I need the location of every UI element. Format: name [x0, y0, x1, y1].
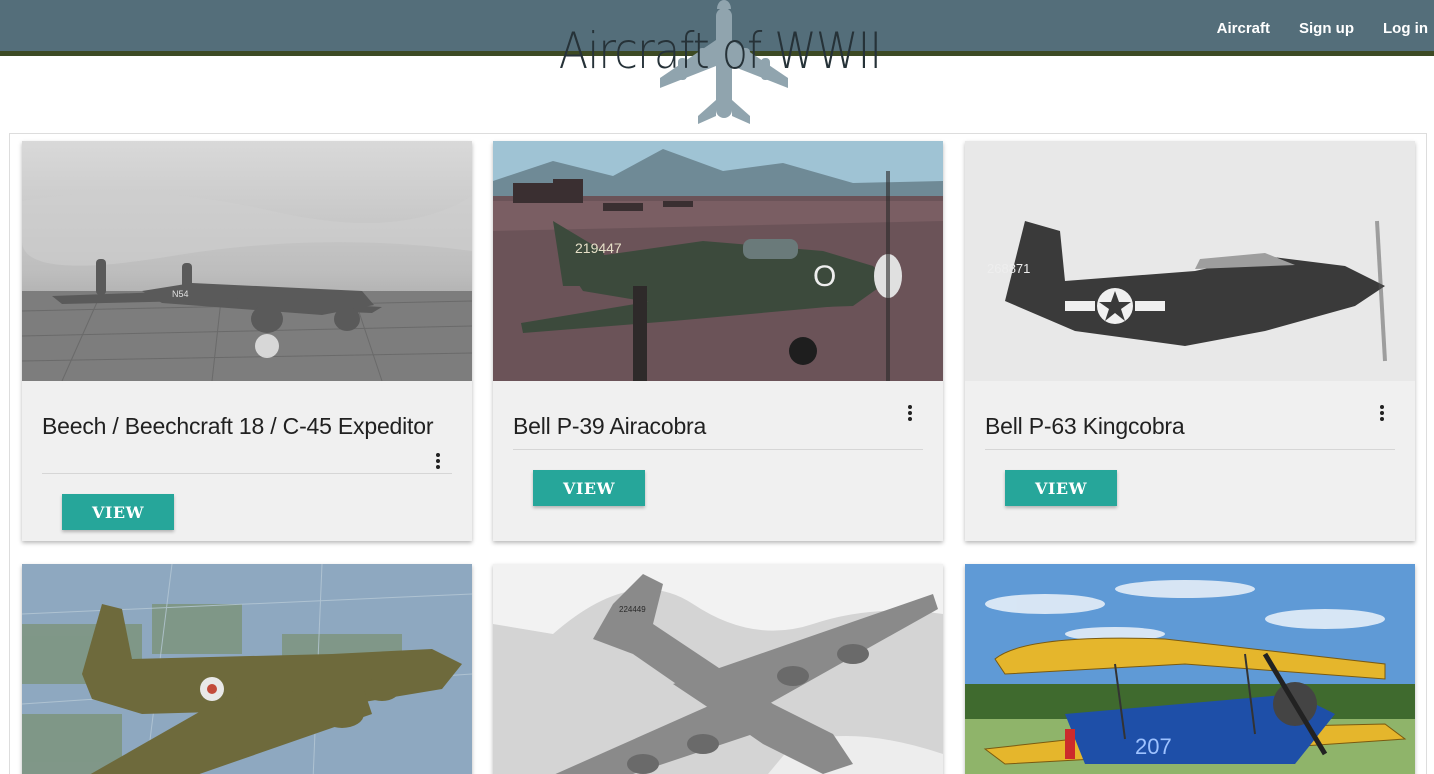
- aircraft-photo[interactable]: 224449: [493, 564, 943, 774]
- nav-link-aircraft[interactable]: Aircraft: [1217, 20, 1270, 37]
- aircraft-serial: 268871: [987, 261, 1030, 276]
- aircraft-card: 207: [965, 564, 1415, 774]
- aircraft-serial: 219447: [575, 240, 622, 256]
- aircraft-photo[interactable]: 207: [965, 564, 1415, 774]
- aircraft-photo[interactable]: [22, 564, 472, 774]
- aircraft-letter: O: [813, 260, 836, 293]
- card-divider: [42, 473, 452, 474]
- aircraft-card: N54 Beech / Beechcraft 18 / C-45 Expedit…: [22, 141, 472, 541]
- more-vert-icon[interactable]: [434, 452, 442, 472]
- aircraft-card: 268871 Bell P-63 Kingcobra VIEW: [965, 141, 1415, 541]
- aircraft-photo[interactable]: 219447 O: [493, 141, 943, 381]
- aircraft-card: [22, 564, 472, 774]
- site-title: Aircraft of WWII: [558, 22, 882, 80]
- card-divider: [513, 449, 923, 450]
- card-divider: [985, 449, 1395, 450]
- card-title: Bell P-63 Kingcobra: [985, 413, 1185, 439]
- card-title: Bell P-39 Airacobra: [513, 413, 707, 439]
- aircraft-photo[interactable]: 268871: [965, 141, 1415, 381]
- aircraft-card: 224449: [493, 564, 943, 774]
- view-button[interactable]: VIEW: [533, 470, 645, 506]
- view-button[interactable]: VIEW: [1005, 470, 1117, 506]
- tail-marking: N54: [172, 289, 189, 299]
- nav-link-log-in[interactable]: Log in: [1383, 20, 1428, 37]
- card-title: Beech / Beechcraft 18 / C-45 Expeditor: [42, 413, 434, 439]
- more-vert-icon[interactable]: [1378, 404, 1386, 424]
- more-vert-icon[interactable]: [906, 404, 914, 424]
- view-button[interactable]: VIEW: [62, 494, 174, 530]
- nav-links: Aircraft Sign up Log in: [1188, 0, 1428, 56]
- aircraft-photo[interactable]: N54: [22, 141, 472, 381]
- nav-link-sign-up[interactable]: Sign up: [1299, 20, 1354, 37]
- brand-logo[interactable]: Aircraft of WWII: [530, 0, 910, 130]
- aircraft-serial: 224449: [619, 605, 646, 614]
- aircraft-number: 207: [1135, 734, 1172, 759]
- aircraft-card: 219447 O Bell P-39 Airacobra VIEW: [493, 141, 943, 541]
